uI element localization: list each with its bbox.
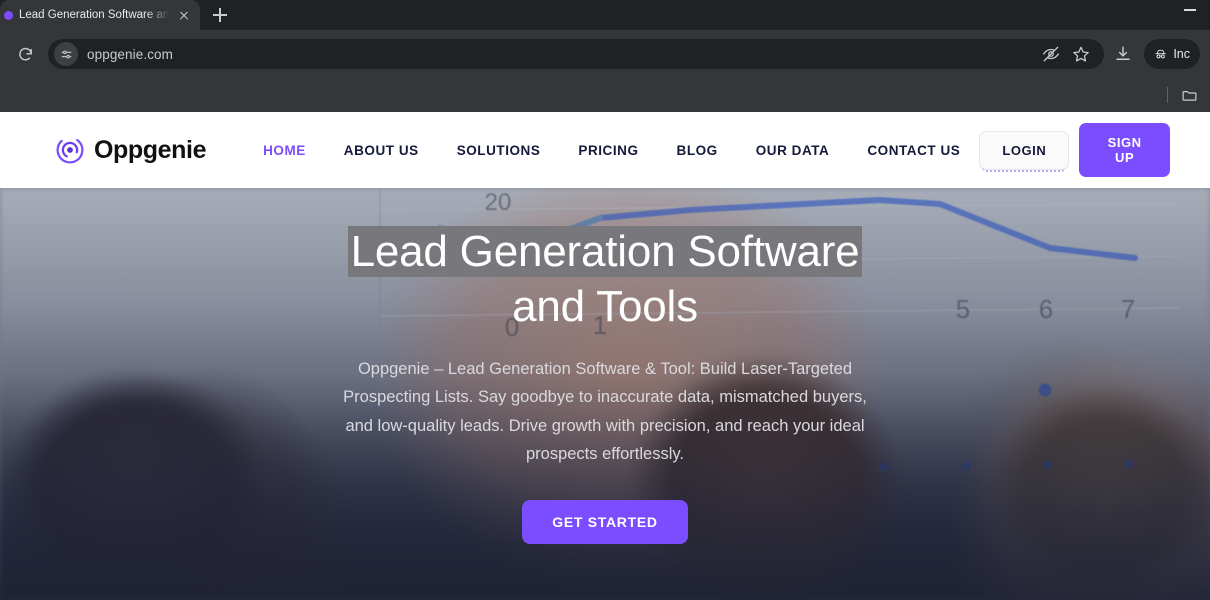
hero-section: 20 0 1 5 6 7 Lead Generation So	[0, 188, 1210, 600]
folder-icon[interactable]	[1178, 84, 1200, 106]
download-icon[interactable]	[1108, 39, 1138, 69]
signup-button[interactable]: SIGN UP	[1079, 123, 1170, 177]
nav-item-solutions[interactable]: SOLUTIONS	[438, 143, 560, 158]
eye-off-icon[interactable]	[1038, 41, 1064, 67]
hero-headline-line1: Lead Generation Software	[347, 226, 863, 277]
url-text[interactable]: oppgenie.com	[87, 47, 173, 62]
hero-headline-line2: and Tools	[512, 282, 698, 332]
site-favicon	[4, 10, 13, 20]
incognito-label: Inc	[1173, 47, 1190, 61]
reload-icon[interactable]	[10, 39, 40, 69]
omnibox-actions	[1038, 41, 1094, 67]
header-actions: LOGIN SIGN UP	[979, 123, 1170, 177]
star-icon[interactable]	[1068, 41, 1094, 67]
browser-tab[interactable]: Lead Generation Software and T	[0, 0, 200, 30]
minimize-icon[interactable]	[1184, 9, 1196, 11]
bookmarks-bar	[0, 78, 1210, 112]
nav-item-about-us[interactable]: ABOUT US	[325, 143, 438, 158]
nav-item-blog[interactable]: BLOG	[658, 143, 737, 158]
site-header: Oppgenie HOME ABOUT US SOLUTIONS PRICING…	[0, 112, 1210, 188]
hero-content: Lead Generation Software and Tools Oppgen…	[0, 188, 1210, 600]
get-started-button[interactable]: GET STARTED	[522, 500, 688, 545]
nav-item-home[interactable]: HOME	[244, 143, 325, 158]
nav-item-our-data[interactable]: OUR DATA	[737, 143, 849, 158]
tab-title: Lead Generation Software and T	[19, 9, 170, 21]
nav-item-pricing[interactable]: PRICING	[559, 143, 657, 158]
login-button[interactable]: LOGIN	[979, 130, 1070, 172]
incognito-indicator[interactable]: Inc	[1144, 39, 1200, 69]
oppgenie-spiral-icon	[56, 136, 84, 164]
tab-strip: Lead Generation Software and T	[0, 0, 1210, 30]
hero-paragraph: Oppgenie – Lead Generation Software & To…	[343, 359, 867, 463]
incognito-icon	[1155, 49, 1166, 58]
address-bar[interactable]: oppgenie.com	[48, 39, 1104, 69]
main-navigation: HOME ABOUT US SOLUTIONS PRICING BLOG OUR…	[244, 143, 979, 158]
browser-window: Lead Generation Software and T oppgenie.…	[0, 0, 1210, 600]
new-tab-button[interactable]	[206, 1, 234, 29]
logo-text: Oppgenie	[94, 135, 207, 164]
bookmarks-divider	[1167, 87, 1168, 103]
close-icon[interactable]	[176, 7, 192, 23]
browser-toolbar: oppgenie.com Inc	[0, 30, 1210, 78]
nav-item-contact-us[interactable]: CONTACT US	[848, 143, 979, 158]
tune-icon[interactable]	[54, 42, 78, 66]
web-page: Oppgenie HOME ABOUT US SOLUTIONS PRICING…	[0, 112, 1210, 600]
hero-headline: Lead Generation Software and Tools	[347, 224, 863, 335]
site-logo[interactable]: Oppgenie	[55, 135, 206, 165]
